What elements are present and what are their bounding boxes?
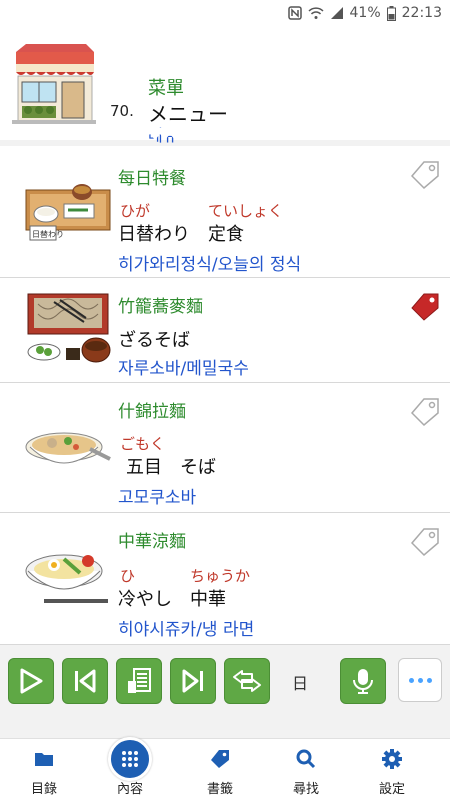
- battery-text: 41%: [349, 5, 381, 21]
- item-ruby: ひが: [120, 202, 151, 220]
- language-indicator[interactable]: 日: [292, 670, 308, 694]
- nav-item-search[interactable]: 尋找: [266, 739, 346, 800]
- dot: [426, 677, 432, 683]
- header-zigzag-edge: [0, 128, 450, 140]
- item-japanese: 冷やし 中華: [118, 589, 226, 610]
- status-icons: 41% 22:13: [287, 5, 442, 21]
- item-chinese: 每日特餐: [118, 169, 186, 189]
- skip-next-icon: [182, 669, 203, 693]
- clock: 22:13: [401, 5, 442, 21]
- item-chinese: 什錦拉麵: [118, 402, 186, 422]
- item-ruby: ひ: [120, 567, 136, 585]
- dot: [417, 677, 423, 683]
- swap-arrows-icon: [233, 670, 261, 692]
- folder-icon: [35, 753, 53, 766]
- previous-button[interactable]: [62, 658, 108, 704]
- play-button[interactable]: [8, 658, 54, 704]
- item-korean: 고모쿠소바: [118, 488, 197, 508]
- bookmark-tag-icon[interactable]: [410, 527, 440, 561]
- set-meal-image: 日替わり: [24, 180, 112, 252]
- item-korean: 자루소바/메밀국수: [118, 359, 249, 379]
- item-ruby: ていしょく: [208, 202, 284, 220]
- bookmark-tag-icon[interactable]: [410, 397, 440, 431]
- item-chinese: 竹籠蕎麥麵: [118, 297, 203, 317]
- swap-language-button[interactable]: [224, 658, 270, 704]
- search-icon: [296, 749, 316, 769]
- bookmark-tag-icon-active[interactable]: [410, 292, 440, 326]
- nav-item-contents[interactable]: 目錄: [4, 739, 84, 800]
- nfc-icon: [287, 6, 302, 20]
- document-icon: [128, 668, 151, 693]
- list-item[interactable]: 中華涼麵 ひ ちゅうか 冷やし 中華 히야시쥬카/냉 라면: [0, 513, 450, 645]
- list-item[interactable]: 竹籠蕎麥麵 ざるそば 자루소바/메밀국수: [0, 278, 450, 383]
- item-chinese: 中華涼麵: [118, 532, 186, 552]
- nav-label: 目錄: [30, 782, 57, 797]
- title-chinese: 菜單: [148, 78, 184, 99]
- list-item[interactable]: 什錦拉麵 ごもく 五目 そば 고모쿠소바: [0, 383, 450, 513]
- zarusoba-image: [24, 290, 112, 374]
- gear-icon: [382, 749, 402, 769]
- more-options-button[interactable]: [398, 658, 442, 702]
- item-korean: 히야시쥬카/냉 라면: [118, 620, 255, 640]
- gomoku-soba-image: [24, 427, 112, 479]
- dot: [408, 677, 414, 683]
- grid-icon: [122, 751, 138, 767]
- lesson-header: 70. 菜單 メニュー 메뉴: [0, 30, 450, 145]
- item-ruby: ちゅうか: [190, 567, 251, 585]
- list-item[interactable]: 日替わり 每日特餐 ひが ていしょく 日替わり 定食 히가와리정식/오늘의 정식: [0, 146, 450, 278]
- item-japanese: 日替わり 定食: [118, 224, 244, 245]
- bookmark-tag-icon[interactable]: [410, 160, 440, 194]
- nav-label: 內容: [116, 782, 143, 797]
- restaurant-illustration: [12, 42, 96, 128]
- item-japanese: 五目 そば: [126, 457, 216, 478]
- nav-label: 尋找: [292, 782, 319, 797]
- item-ruby: ごもく: [120, 435, 166, 453]
- next-button[interactable]: [170, 658, 216, 704]
- nav-item-bookmarks[interactable]: 書籤: [180, 739, 260, 800]
- lesson-number: 70.: [110, 102, 134, 120]
- bottom-navigation: 目錄 內容 書籤 尋找 設定: [0, 737, 450, 800]
- item-korean: 히가와리정식/오늘의 정식: [118, 255, 302, 275]
- playback-toolbar: 日: [0, 652, 450, 712]
- nav-label: 設定: [378, 782, 405, 797]
- nav-label: 書籤: [206, 782, 233, 797]
- status-bar: 41% 22:13: [0, 0, 450, 30]
- skip-previous-icon: [75, 669, 96, 693]
- hiyashi-chuka-image: [24, 545, 112, 615]
- play-icon: [20, 668, 43, 694]
- wifi-icon: [307, 6, 324, 20]
- nav-item-content[interactable]: 內容: [90, 737, 170, 800]
- item-japanese: ざるそば: [118, 330, 190, 351]
- bookmark-tag-icon: [211, 750, 229, 768]
- nav-item-settings[interactable]: 設定: [352, 739, 432, 800]
- signal-icon: [330, 6, 344, 20]
- battery-icon: [386, 5, 396, 21]
- script-button[interactable]: [116, 658, 162, 704]
- image-caption: 日替わり: [32, 230, 64, 239]
- microphone-button[interactable]: [340, 658, 386, 704]
- microphone-icon: [353, 669, 373, 694]
